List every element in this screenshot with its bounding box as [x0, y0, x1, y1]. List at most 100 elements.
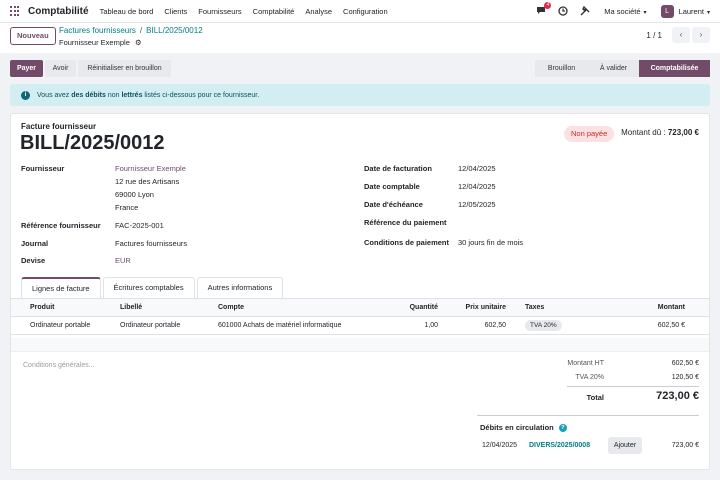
vendor-field[interactable]: Fournisseur Exemple [115, 164, 186, 173]
payment-status-badge: Non payée [564, 126, 615, 142]
user-menu[interactable]: Laurent ▾ [679, 7, 710, 16]
menu-item-reporting[interactable]: Analyse [305, 7, 332, 16]
stage-to-validate[interactable]: À valider [588, 60, 639, 77]
tax-label: TVA 20% [575, 374, 604, 381]
pay-button[interactable]: Payer [10, 60, 43, 77]
record-subtitle: Fournisseur Exemple ⚙ [59, 38, 142, 47]
add-outstanding-button[interactable]: Ajouter [608, 437, 642, 454]
cell-taxes: TVA 20% [525, 317, 562, 335]
user-name: Laurent [678, 7, 704, 16]
top-navbar: Comptabilité Tableau de bord Clients Fou… [0, 0, 720, 23]
outstanding-amount: 723,00 € [671, 442, 699, 449]
company-switcher[interactable]: Ma société ▾ [604, 7, 646, 16]
total-value: 723,00 € [656, 390, 699, 402]
clock-icon[interactable] [558, 5, 568, 18]
navbar-right: 4 Ma société ▾ L Laurent ▾ [524, 0, 710, 23]
pager-previous-button[interactable]: ‹ [672, 27, 690, 43]
notebook-tabs: Lignes de facture Écritures comptables A… [21, 277, 285, 299]
untaxed-label: Montant HT [567, 360, 604, 367]
gear-icon[interactable]: ⚙ [135, 38, 142, 47]
cell-unit-price: 602,50 [484, 322, 506, 329]
menu-item-dashboard[interactable]: Tableau de bord [100, 7, 154, 16]
header-taxes[interactable]: Taxes [525, 299, 544, 317]
header-product[interactable]: Produit [30, 299, 55, 317]
app-name[interactable]: Comptabilité [28, 6, 89, 17]
due-date-label: Date d'échéance [364, 200, 423, 209]
credit-note-button[interactable]: Avoir [45, 60, 76, 77]
untaxed-value: 602,50 € [671, 360, 699, 367]
chevron-down-icon: ▾ [706, 10, 710, 16]
outstanding-debits-alert: i Vous avez des débits non lettrés listé… [10, 84, 710, 106]
tab-other-info[interactable]: Autres informations [196, 277, 284, 298]
avatar[interactable]: L [660, 5, 674, 18]
invoice-date-label: Date de facturation [364, 164, 432, 173]
total-label: Total [586, 393, 604, 402]
accounting-date-field[interactable]: 12/04/2025 [458, 182, 496, 191]
header-label[interactable]: Libellé [120, 299, 142, 317]
table-footer-spacer [11, 338, 709, 352]
cell-product: Ordinateur portable [30, 322, 91, 329]
chat-badge: 4 [544, 2, 552, 9]
main-menu: Tableau de bord Clients Fournisseurs Com… [100, 7, 399, 16]
currency-label: Devise [21, 256, 46, 265]
cell-label: Ordinateur portable [120, 322, 181, 329]
amount-due: Montant dû : 723,00 € [621, 128, 699, 137]
breadcrumb-parent[interactable]: Factures fournisseurs [59, 26, 136, 35]
terms-conditions-field[interactable]: Conditions générales... [23, 362, 95, 369]
payment-ref-label: Référence du paiement [364, 218, 447, 227]
journal-label: Journal [21, 239, 49, 248]
cell-amount: 602,50 € [657, 322, 685, 329]
vendor-street: 12 rue des Artisans [115, 177, 180, 186]
cell-account: 601000 Achats de matériel informatique [218, 322, 342, 329]
tools-icon[interactable] [580, 5, 590, 18]
new-button[interactable]: Nouveau [10, 27, 56, 45]
vendor-ref-field[interactable]: FAC-2025-001 [115, 221, 164, 230]
pager-next-button[interactable]: › [692, 27, 710, 43]
lines-table-header: Produit Libellé Compte Quantité Prix uni… [11, 299, 709, 317]
due-date-field[interactable]: 12/05/2025 [458, 200, 496, 209]
header-account[interactable]: Compte [218, 299, 244, 317]
outstanding-reference[interactable]: DIVERS/2025/0008 [529, 442, 590, 449]
journal-field[interactable]: Factures fournisseurs [115, 239, 187, 248]
outstanding-debits-title: Débits en circulation ? [480, 423, 567, 432]
company-name: Ma société [604, 7, 641, 16]
tax-value: 120,50 € [671, 374, 699, 381]
menu-item-customers[interactable]: Clients [164, 7, 187, 16]
outstanding-date: 12/04/2025 [482, 442, 518, 449]
chat-icon[interactable]: 4 [536, 2, 552, 17]
menu-item-configuration[interactable]: Configuration [343, 7, 388, 16]
stage-draft[interactable]: Brouillon [535, 60, 588, 77]
document-number: BILL/2025/0012 [20, 132, 165, 154]
tax-tag: TVA 20% [525, 320, 562, 331]
invoice-date-field[interactable]: 12/04/2025 [458, 164, 496, 173]
cell-quantity: 1,00 [424, 322, 438, 329]
chevron-down-icon: ▾ [643, 10, 647, 16]
form-sheet: Facture fournisseur BILL/2025/0012 Non p… [10, 113, 710, 470]
apps-grid-icon[interactable] [10, 6, 20, 16]
payment-terms-field[interactable]: 30 jours fin de mois [458, 238, 523, 247]
tab-invoice-lines[interactable]: Lignes de facture [21, 277, 101, 298]
vendor-city: 69000 Lyon [115, 190, 154, 199]
accounting-date-label: Date comptable [364, 182, 420, 191]
currency-field[interactable]: EUR [115, 256, 131, 265]
vendor-label: Fournisseur [21, 164, 65, 173]
totals-divider [567, 386, 699, 387]
pager-value[interactable]: 1 / 1 [646, 31, 662, 40]
menu-item-accounting[interactable]: Comptabilité [253, 7, 295, 16]
info-icon: i [21, 90, 30, 100]
header-quantity[interactable]: Quantité [396, 299, 438, 317]
stage-bar: Brouillon À valider Comptabilisée [535, 60, 710, 77]
help-icon[interactable]: ? [558, 423, 567, 432]
outstanding-divider [477, 415, 699, 416]
stage-posted[interactable]: Comptabilisée [639, 60, 710, 77]
document-type-label: Facture fournisseur [21, 122, 97, 131]
reset-to-draft-button[interactable]: Réinitialiser en brouillon [78, 60, 171, 77]
alert-text: Vous avez des débits non lettrés listés … [37, 91, 260, 99]
menu-item-vendors[interactable]: Fournisseurs [198, 7, 241, 16]
breadcrumb-current: BILL/2025/0012 [146, 26, 203, 35]
header-unit-price[interactable]: Prix unitaire [451, 299, 506, 317]
record-partner: Fournisseur Exemple [59, 38, 130, 47]
header-amount[interactable]: Montant [641, 299, 685, 317]
tab-journal-items[interactable]: Écritures comptables [102, 277, 195, 298]
table-row[interactable]: Ordinateur portable Ordinateur portable … [11, 317, 709, 335]
